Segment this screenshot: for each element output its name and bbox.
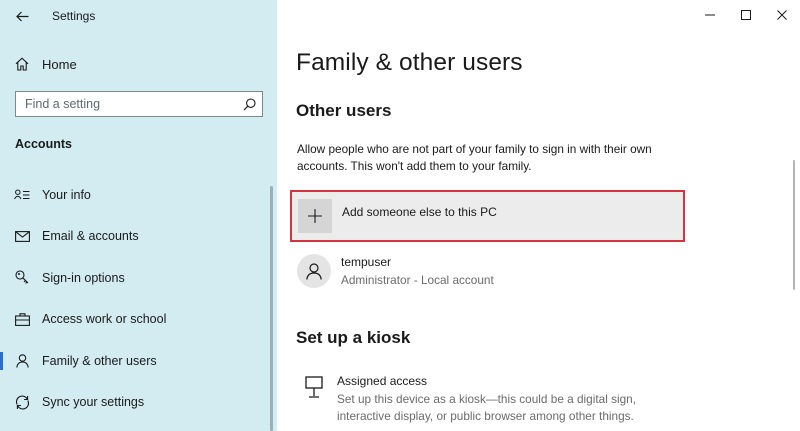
plus-tile (298, 199, 332, 233)
sidebar-item-label: Email & accounts (42, 229, 139, 244)
home-icon (0, 57, 42, 71)
sidebar-item-label: Sync your settings (42, 395, 145, 410)
sidebar-item-your-info[interactable]: Your info (0, 174, 277, 216)
sidebar-section-heading: Accounts (15, 137, 72, 151)
kiosk-heading: Set up a kiosk (296, 328, 411, 347)
user-text: tempuser Administrator - Local account (341, 254, 494, 288)
maximize-icon (741, 10, 751, 20)
add-someone-button[interactable]: Add someone else to this PC (298, 199, 497, 233)
sidebar-item-label: Your info (42, 187, 91, 202)
assigned-access-description: Set up this device as a kiosk—this could… (337, 392, 637, 423)
sidebar-item-sync-settings[interactable]: Sync your settings (0, 382, 277, 424)
sidebar-item-sign-in-options[interactable]: Sign-in options (0, 257, 277, 299)
search-input[interactable] (25, 97, 225, 111)
sidebar-item-family-other-users[interactable]: Family & other users (0, 340, 277, 382)
sidebar-item-label: Sign-in options (42, 270, 125, 285)
contact-info-icon (0, 189, 42, 201)
back-arrow-icon (15, 11, 28, 21)
kiosk-text: Assigned access Set up this device as a … (337, 374, 667, 425)
mail-icon (0, 230, 42, 242)
assigned-access-title: Assigned access (337, 374, 428, 388)
main-content: Family & other users Other users Allow p… (277, 0, 800, 431)
back-button[interactable] (0, 0, 44, 32)
sidebar-item-label: Family & other users (42, 353, 157, 368)
other-users-heading: Other users (296, 101, 392, 120)
sidebar-home[interactable]: Home (0, 50, 277, 78)
main-scrollbar[interactable] (793, 160, 795, 290)
minimize-button[interactable] (692, 0, 728, 30)
sidebar-item-access-work-school[interactable]: Access work or school (0, 299, 277, 341)
minimize-icon (705, 14, 715, 16)
search-icon (243, 97, 256, 110)
page-title: Family & other users (296, 49, 523, 76)
plus-icon (308, 209, 322, 223)
person-icon (0, 353, 42, 368)
sidebar-item-label: Access work or school (42, 312, 167, 327)
user-name: tempuser (341, 255, 392, 269)
key-icon (0, 270, 42, 285)
other-users-description: Allow people who are not part of your fa… (297, 142, 652, 173)
close-button[interactable] (764, 0, 800, 30)
kiosk-icon (297, 374, 331, 425)
user-entry-tempuser[interactable]: tempuser Administrator - Local account (297, 254, 494, 288)
window-title: Settings (52, 9, 96, 23)
sidebar: Settings Home Accounts Your info (0, 0, 277, 431)
search-box[interactable] (15, 91, 263, 117)
maximize-button[interactable] (728, 0, 764, 30)
avatar (297, 254, 331, 288)
highlight-box: Add someone else to this PC (290, 190, 685, 242)
sidebar-nav: Your info Email & accounts Sign-in optio… (0, 174, 277, 423)
home-label: Home (42, 56, 77, 72)
assigned-access-item[interactable]: Assigned access Set up this device as a … (297, 374, 667, 425)
close-icon (777, 10, 787, 20)
sync-icon (0, 395, 42, 410)
add-someone-label: Add someone else to this PC (342, 205, 497, 219)
sidebar-item-email-accounts[interactable]: Email & accounts (0, 216, 277, 258)
window-controls (692, 0, 800, 32)
sidebar-scrollbar[interactable] (270, 186, 273, 431)
briefcase-icon (0, 313, 42, 326)
title-bar: Settings (0, 0, 277, 32)
user-account-type: Administrator - Local account (341, 273, 494, 287)
user-avatar-icon (306, 262, 322, 280)
